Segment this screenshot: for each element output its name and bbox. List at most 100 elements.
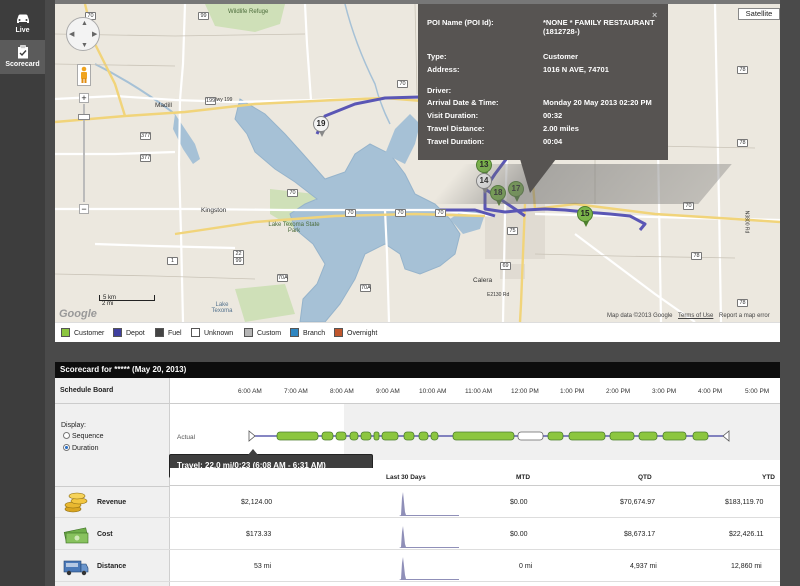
- legend-custom: Custom: [244, 328, 281, 337]
- map-legend: Customer Depot Fuel Unknown Custom Branc…: [55, 322, 780, 342]
- type-label: Type:: [427, 52, 447, 61]
- route-shield: 377: [140, 154, 151, 162]
- legend-fuel: Fuel: [155, 328, 182, 337]
- metric-ytd: $183,119.70: [725, 499, 764, 506]
- hour-label: 12:00 PM: [511, 388, 539, 395]
- zoom-out-button[interactable]: −: [79, 204, 89, 214]
- radio-icon[interactable]: [63, 444, 70, 451]
- hour-label: 9:00 AM: [376, 388, 400, 395]
- map-label-lake-texoma-state-park: Lake Texoma State Park: [268, 222, 320, 234]
- route-shield: 78: [737, 139, 748, 147]
- map-label-e2130: E2130 Rd: [487, 292, 510, 298]
- hour-label: 1:00 PM: [560, 388, 585, 395]
- legend-depot: Depot: [113, 328, 145, 337]
- route-shield: 70: [287, 189, 298, 197]
- route-shield: 1: [167, 257, 178, 265]
- sparkline-distance: [399, 557, 459, 580]
- map-pin[interactable]: 19: [313, 116, 329, 137]
- satellite-button[interactable]: Satellite: [738, 8, 780, 20]
- gantt-timeline[interactable]: [247, 429, 737, 443]
- pan-up-icon[interactable]: ▲: [81, 20, 88, 27]
- travel-duration-label: Travel Duration:: [427, 137, 485, 146]
- nav-scorecard[interactable]: Scorecard: [0, 40, 45, 74]
- legend-label: Custom: [257, 330, 282, 337]
- radio-sequence[interactable]: Sequence: [63, 432, 104, 440]
- zoom-in-button[interactable]: +: [79, 93, 89, 103]
- metric-ytd: 12,860 mi: [731, 563, 762, 570]
- popup-shadow: [430, 164, 732, 204]
- swatch-icon: [244, 328, 253, 337]
- pan-right-icon[interactable]: ▶: [92, 31, 97, 38]
- schedule-board-label: Schedule Board: [60, 387, 114, 394]
- hour-label: 11:00 AM: [465, 388, 492, 395]
- col-qtd: QTD: [638, 474, 652, 481]
- sparkline-cost: [399, 526, 459, 548]
- pan-control[interactable]: ▲ ◀ ▶ ▼: [66, 17, 100, 51]
- radio-duration[interactable]: Duration: [63, 444, 98, 452]
- legend-label: Fuel: [168, 330, 182, 337]
- hour-label: 5:00 PM: [745, 388, 770, 395]
- map-view[interactable]: Wildlife Refuge Madill Hwy 199 Kingston …: [55, 4, 780, 322]
- map-label-madill: Madill: [155, 102, 172, 109]
- display-label: Display:: [61, 422, 86, 429]
- truck-icon: [63, 560, 89, 576]
- radio-icon[interactable]: [63, 432, 70, 439]
- swatch-icon: [191, 328, 200, 337]
- travel-distance-value: 2.00 miles: [543, 124, 579, 133]
- poi-name-label: POI Name (POI Id):: [427, 18, 494, 27]
- zoom-slider-handle[interactable]: [78, 114, 90, 120]
- metric-row-distance: Distance 53 mi 0 mi 4,937 mi 12,860 mi: [55, 551, 780, 582]
- route-shield: 78: [737, 299, 748, 307]
- address-value: 1016 N AVE, 74701: [543, 65, 609, 74]
- visit-duration-value: 00:32: [543, 111, 563, 120]
- metric-row-cost: Cost $173.33 $0.00 $8,673.17 $22,426.11: [55, 519, 780, 550]
- map-data-text: Map data ©2013 Google: [607, 313, 673, 319]
- pan-left-icon[interactable]: ◀: [69, 31, 74, 38]
- metric-name: Distance: [97, 563, 127, 570]
- legend-branch: Branch: [290, 328, 325, 337]
- swatch-icon: [334, 328, 343, 337]
- map-pin[interactable]: 15: [577, 206, 593, 227]
- legend-label: Branch: [303, 330, 326, 337]
- route-shield: 70: [395, 209, 406, 217]
- route-shield: 78: [691, 252, 702, 260]
- scorecard-panel: Schedule Board 6:00 AM 7:00 AM 8:00 AM 9…: [55, 378, 780, 586]
- legend-label: Overnight: [347, 330, 378, 337]
- map-scale: 5 km 2 mi: [99, 295, 155, 307]
- route-shield: 75: [507, 227, 518, 235]
- route-shield: 99: [198, 12, 209, 20]
- hour-label: 7:00 AM: [284, 388, 308, 395]
- metrics-header: Last 30 Days MTD QTD YTD: [170, 468, 780, 486]
- metric-today: $173.33: [246, 531, 272, 538]
- visit-duration-label: Visit Duration:: [427, 111, 479, 120]
- metric-mtd: $0.00: [510, 499, 528, 506]
- radio-label: Duration: [72, 445, 99, 452]
- google-logo: Google: [59, 308, 97, 320]
- metric-today: 53 mi: [254, 563, 272, 570]
- legend-overnight: Overnight: [334, 328, 377, 337]
- street-view-pegman-icon[interactable]: [77, 64, 91, 86]
- route-shield: 199: [205, 97, 216, 105]
- route-shield: 70A: [360, 284, 371, 292]
- terms-link[interactable]: Terms of Use: [678, 313, 713, 319]
- metric-qtd: $70,674.97: [620, 499, 656, 506]
- col-ytd: YTD: [762, 474, 775, 481]
- nav-scorecard-label: Scorecard: [5, 61, 40, 68]
- legend-label: Unknown: [204, 330, 234, 337]
- route-shield: 70: [435, 209, 446, 217]
- hour-label: 3:00 PM: [652, 388, 677, 395]
- type-value: Customer: [543, 52, 579, 61]
- clipboard-icon: [17, 45, 28, 59]
- pan-down-icon[interactable]: ▼: [81, 42, 88, 49]
- legend-unknown: Unknown: [191, 328, 233, 337]
- metric-ytd: $22,426.11: [729, 531, 764, 538]
- popup-tail: [520, 159, 556, 193]
- route-shield: 22: [233, 250, 244, 258]
- report-error-link[interactable]: Report a map error: [719, 313, 770, 319]
- coins-icon: [64, 492, 88, 513]
- route-shield: 69: [500, 262, 511, 270]
- metric-mtd: $0.00: [510, 531, 528, 538]
- nav-live[interactable]: Live: [0, 8, 45, 42]
- actual-label: Actual: [177, 434, 196, 441]
- map-label-kingston: Kingston: [201, 207, 227, 214]
